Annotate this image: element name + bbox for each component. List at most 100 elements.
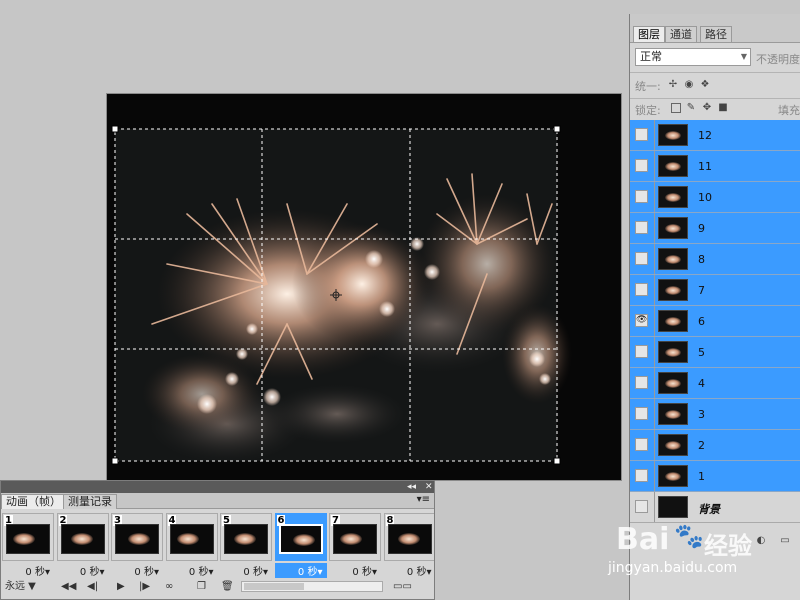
- frame-thumbnail: [224, 524, 268, 554]
- visibility-toggle[interactable]: [635, 376, 648, 389]
- play-icon[interactable]: ▶: [117, 580, 125, 594]
- frame-delay-value: 0 秒: [352, 567, 372, 578]
- unify-position-icon[interactable]: ✢: [668, 80, 678, 90]
- layer-row[interactable]: 9: [630, 213, 800, 244]
- next-frame-icon[interactable]: |▶: [139, 580, 150, 594]
- tab-paths[interactable]: 路径: [700, 26, 732, 42]
- layer-name: 7: [698, 284, 705, 297]
- lock-brush-icon[interactable]: ✎: [686, 103, 696, 113]
- layer-row[interactable]: 背景: [630, 492, 800, 523]
- animation-frame[interactable]: 7: [329, 513, 381, 561]
- visibility-toggle[interactable]: [635, 407, 648, 420]
- delete-frame-icon[interactable]: 🗑: [221, 580, 234, 594]
- divider: [654, 430, 655, 460]
- divider: [654, 368, 655, 398]
- animation-frame[interactable]: 4: [165, 513, 218, 561]
- duplicate-frame-icon[interactable]: ❐: [197, 580, 206, 594]
- lock-transparent-icon[interactable]: [671, 103, 681, 113]
- adjustment-layer-icon[interactable]: ◐: [756, 536, 766, 546]
- frame-delay-select[interactable]: 0 秒▾: [220, 563, 272, 578]
- layer-row[interactable]: 1: [630, 461, 800, 492]
- layers-panel-tabs: 图层 通道 路径: [630, 14, 800, 43]
- divider: [654, 399, 655, 429]
- animation-panel-tabs: 动画（帧） 测量记录 ▾≡: [1, 493, 434, 509]
- layer-thumbnail: [658, 186, 688, 208]
- layer-row[interactable]: 7: [630, 275, 800, 306]
- chevron-down-icon: ▼: [740, 52, 747, 61]
- animation-panel: ◂◂ ✕ 动画（帧） 测量记录 ▾≡ 12345678 永远 ▼ ◀◀ ◀| ▶…: [0, 480, 435, 600]
- lock-all-icon[interactable]: ■: [718, 103, 728, 113]
- panel-menu-icon[interactable]: ▾≡: [417, 494, 430, 505]
- layer-row[interactable]: 3: [630, 399, 800, 430]
- collapse-icon[interactable]: ◂◂: [407, 481, 416, 493]
- visibility-toggle[interactable]: [635, 345, 648, 358]
- animation-frame[interactable]: 3: [111, 513, 163, 561]
- animation-frame[interactable]: 2: [56, 513, 109, 561]
- layer-row[interactable]: 4: [630, 368, 800, 399]
- visibility-toggle[interactable]: [635, 159, 648, 172]
- frame-delay-select[interactable]: 0 秒▾: [274, 563, 327, 578]
- frame-delay-value: 0 秒: [243, 567, 263, 578]
- layer-name: 11: [698, 160, 712, 173]
- frame-thumbnail: [387, 524, 432, 554]
- first-frame-icon[interactable]: ◀◀: [61, 580, 76, 594]
- frame-delay-select[interactable]: 0 秒▾: [329, 563, 381, 578]
- divider: [654, 275, 655, 305]
- frame-delay-select[interactable]: 0 秒▾: [384, 563, 435, 578]
- layer-row[interactable]: 10: [630, 182, 800, 213]
- layer-row[interactable]: 11: [630, 151, 800, 182]
- layers-panel: 图层 通道 路径 正常 ▼ 不透明度 统一: ✢ ◉ ❖ 锁定: ✎ ✥ ■ 填…: [629, 14, 800, 600]
- layer-row[interactable]: 8: [630, 244, 800, 275]
- layer-row[interactable]: 👁 6: [630, 306, 800, 337]
- previous-frame-icon[interactable]: ◀|: [87, 580, 98, 594]
- layer-name: 12: [698, 129, 712, 142]
- tween-icon[interactable]: ∞: [165, 580, 173, 594]
- visibility-toggle[interactable]: [635, 128, 648, 141]
- visibility-toggle[interactable]: [635, 469, 648, 482]
- lock-label: 锁定:: [635, 104, 661, 117]
- layer-row[interactable]: 5: [630, 337, 800, 368]
- layer-thumbnail: [658, 372, 688, 394]
- new-group-icon[interactable]: ▭: [780, 536, 790, 546]
- frame-delay-select[interactable]: 0 秒▾: [111, 563, 163, 578]
- layer-row[interactable]: 2: [630, 430, 800, 461]
- visibility-toggle[interactable]: [635, 221, 648, 234]
- blend-mode-select[interactable]: 正常 ▼: [635, 48, 751, 66]
- document-canvas[interactable]: [107, 94, 621, 480]
- close-icon[interactable]: ✕: [425, 481, 433, 493]
- unify-style-icon[interactable]: ❖: [700, 80, 710, 90]
- tab-layers[interactable]: 图层: [633, 26, 665, 42]
- scrollbar-thumb[interactable]: [244, 583, 304, 590]
- layer-name: 2: [698, 439, 705, 452]
- animation-frame[interactable]: 5: [220, 513, 272, 561]
- convert-timeline-icon[interactable]: ▭▭: [393, 580, 412, 594]
- visibility-toggle[interactable]: [635, 252, 648, 265]
- tab-measurement-log[interactable]: 测量记录: [63, 494, 117, 509]
- loop-select[interactable]: 永远 ▼: [5, 580, 53, 594]
- tab-channels[interactable]: 通道: [665, 26, 697, 42]
- frame-delay-value: 0 秒: [188, 567, 209, 578]
- layer-name: 背景: [698, 503, 720, 516]
- visibility-toggle[interactable]: [635, 190, 648, 203]
- layer-row[interactable]: 12: [630, 120, 800, 151]
- layer-name: 5: [698, 346, 705, 359]
- unify-visibility-icon[interactable]: ◉: [684, 80, 694, 90]
- layer-thumbnail: [658, 310, 688, 332]
- animation-panel-titlebar: ◂◂ ✕: [1, 481, 434, 493]
- visibility-toggle[interactable]: [635, 283, 648, 296]
- layer-name: 1: [698, 470, 705, 483]
- frame-delay-select[interactable]: 0 秒▾: [166, 563, 218, 578]
- frame-delay-value: 0 秒: [297, 567, 318, 578]
- frame-delay-select[interactable]: 0 秒▾: [2, 563, 54, 578]
- eye-icon[interactable]: 👁: [635, 314, 648, 327]
- frame-scrollbar[interactable]: [241, 581, 383, 592]
- lock-move-icon[interactable]: ✥: [702, 103, 712, 113]
- animation-frame[interactable]: 1: [2, 513, 54, 561]
- divider: [654, 461, 655, 491]
- animation-frame[interactable]: 6: [274, 513, 327, 561]
- visibility-toggle[interactable]: [635, 438, 648, 451]
- tab-animation-frames[interactable]: 动画（帧）: [1, 494, 66, 509]
- frame-delay-select[interactable]: 0 秒▾: [57, 563, 109, 578]
- animation-frame[interactable]: 8: [383, 513, 434, 561]
- visibility-toggle[interactable]: [635, 500, 648, 513]
